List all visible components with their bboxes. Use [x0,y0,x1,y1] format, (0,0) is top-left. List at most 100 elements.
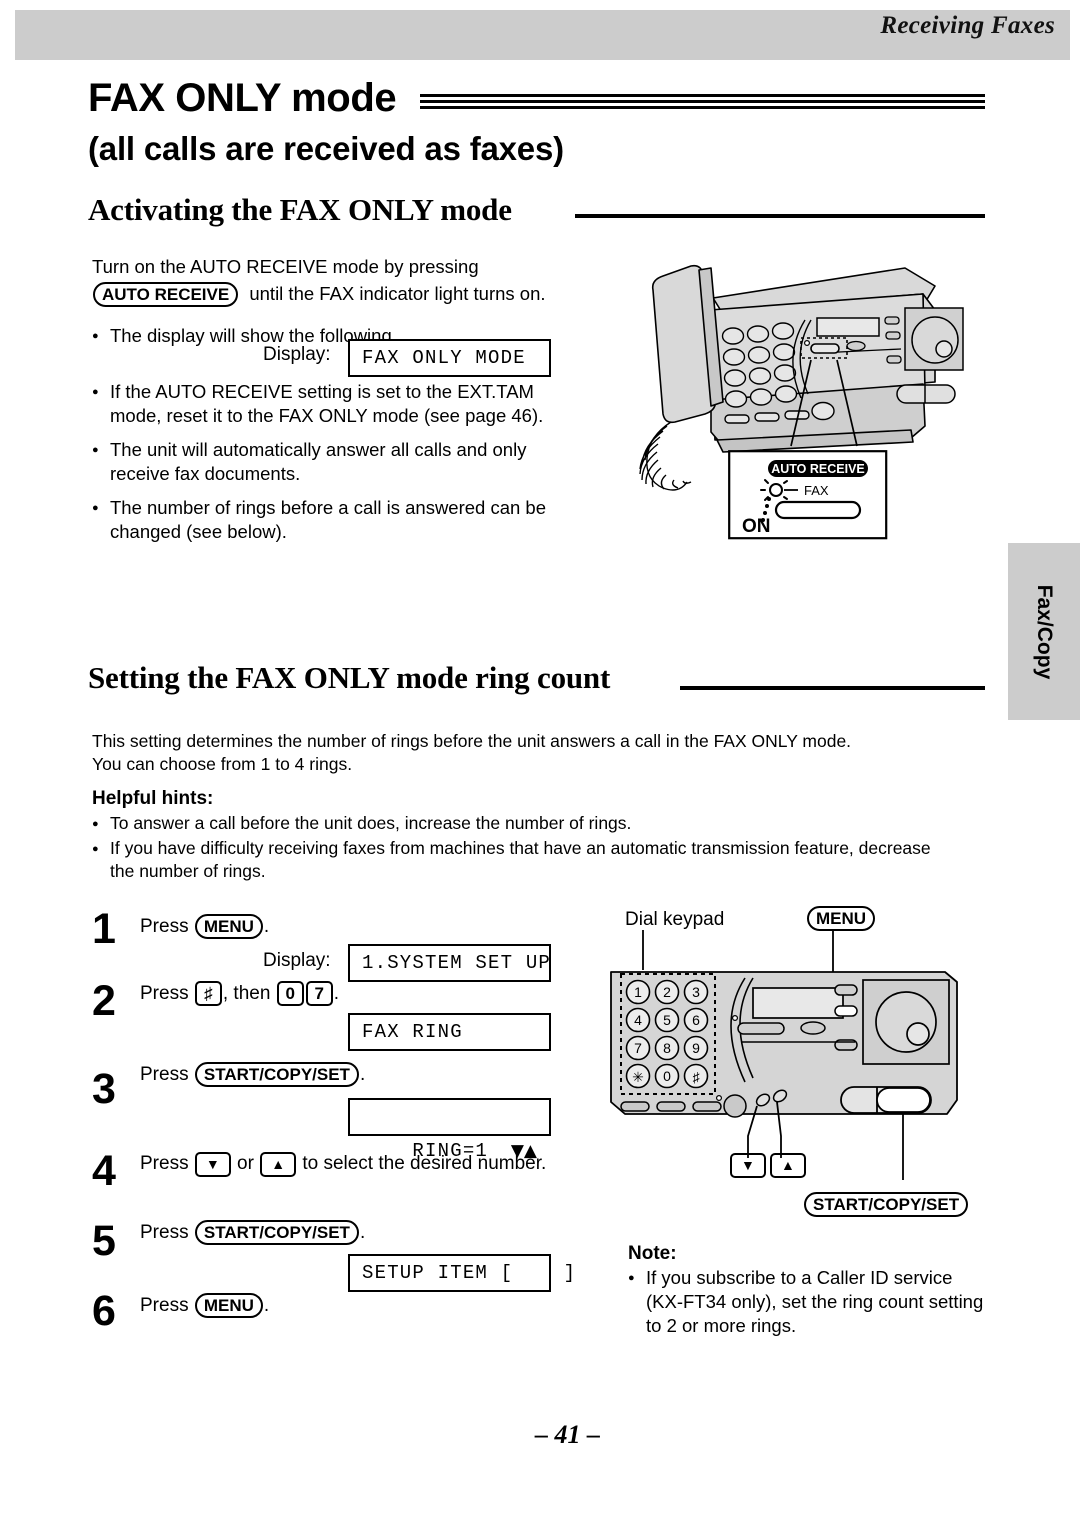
note-bullet-caller-id: If you subscribe to a Caller ID service … [628,1266,988,1338]
step-5-number: 5 [92,1217,116,1265]
page-number-wrapper: – 41 – [0,1420,1080,1450]
hint-decrease-rings-line1: If you have difficulty receiving faxes f… [110,838,931,858]
title-rule [420,94,985,109]
page-subtitle: (all calls are received as faxes) [88,130,564,167]
keypad-key-2: 2 [663,984,671,1000]
start-copy-set-key-step5[interactable]: START/COPY/SET [194,1220,359,1245]
section-heading-rule-2 [680,686,985,690]
lcd-setup-item: SETUP ITEM [ ] [348,1254,575,1292]
keypad-key-5: 5 [663,1012,671,1028]
step-3-number: 3 [92,1065,116,1113]
step-2-period: . [333,983,339,1004]
menu-key-callout: MENU [806,906,876,931]
keypad-key-star: ✳ [632,1069,644,1085]
page-number: – 41 – [535,1420,600,1449]
step-5-period: . [359,1222,366,1243]
intro-line-1: Turn on the AUTO RECEIVE mode by pressin… [92,256,479,277]
on-label: ON [742,516,771,537]
menu-key-step1[interactable]: MENU [194,914,263,939]
start-copy-set-key-callout[interactable]: START/COPY/SET [804,1192,969,1217]
bullet-ring-count: The number of rings before a call is ans… [92,496,567,544]
lcd-fax-ring: FAX RING [348,1013,551,1051]
step-4-text: Press ▼ or ▲ to select the desired numbe… [140,1151,546,1177]
step-3-period: . [359,1064,366,1085]
step-4-or: or [237,1153,254,1174]
hint-increase-rings-text: To answer a call before the unit does, i… [110,813,632,833]
step-6-text: Press MENU. [140,1293,269,1318]
display-label-1: Display: [263,344,331,365]
hint-decrease-rings-line2: the number of rings. [110,861,266,881]
ring-count-intro-line2: You can choose from 1 to 4 rings. [92,754,353,774]
bullet-auto-answer: The unit will automatically answer all c… [92,438,567,486]
up-arrow-key-callout[interactable]: ▲ [770,1153,806,1178]
down-arrow-key-step4[interactable]: ▼ [194,1152,231,1177]
hint-decrease-rings: If you have difficulty receiving faxes f… [92,837,992,883]
keypad-key-3: 3 [692,984,700,1000]
step-3-verb: Press [140,1064,189,1085]
down-arrow-callout: ▼ [729,1153,767,1178]
step-4-tail: to select the desired number. [302,1153,547,1174]
bullet-ext-tam-line2: mode, reset it to the FAX ONLY mode (see… [110,405,544,426]
keypad-key-7: 7 [634,1040,642,1056]
note-line-1: If you subscribe to a Caller ID service [646,1267,953,1288]
keypad-key-8: 8 [663,1040,671,1056]
bullet-ext-tam-line1: If the AUTO RECEIVE setting is set to th… [110,381,534,402]
section-heading-rule-1 [575,214,985,218]
bullet-ring-count-line1: The number of rings before a call is ans… [110,497,547,518]
start-copy-set-callout: START/COPY/SET [803,1192,969,1217]
helpful-hints-list: To answer a call before the unit does, i… [92,812,992,893]
lcd-system-set-up: 1.SYSTEM SET UP [348,944,551,982]
fax-lamp-label: FAX [804,483,829,498]
step-1-text: Press MENU. [140,914,269,939]
menu-key-label[interactable]: MENU [807,906,876,931]
step-2-verb: Press [140,983,189,1004]
keypad-key-1: 1 [634,984,642,1000]
intro-line-2: AUTO RECEIVE until the FAX indicator lig… [92,282,562,307]
up-arrow-callout: ▲ [769,1153,807,1178]
manual-page: Receiving Faxes FAX ONLY mode (all calls… [0,0,1080,1528]
bullet-auto-answer-line1: The unit will automatically answer all c… [110,439,527,460]
side-tab-label: Fax/Copy [1033,584,1056,679]
note-line-2: (KX-FT34 only), set the ring count setti… [646,1291,984,1312]
intro-line-2-tail: until the FAX indicator light turns on. [249,283,546,304]
keypad-key-0: 0 [663,1068,671,1084]
activating-bullets: If the AUTO RECEIVE setting is set to th… [92,380,567,554]
up-arrow-key-step4[interactable]: ▲ [260,1152,297,1177]
step-2-number: 2 [92,977,116,1025]
ring-count-intro-line1: This setting determines the number of ri… [92,731,852,751]
note-line-3: to 2 or more rings. [646,1315,797,1336]
keypad-key-6: 6 [692,1012,700,1028]
dial-keypad-label: Dial keypad [625,909,725,930]
ring-count-body: This setting determines the number of ri… [92,730,992,776]
step-6-period: . [263,1295,270,1316]
side-tab-fax-copy: Fax/Copy [1008,543,1080,720]
keypad-key-9: 9 [692,1040,700,1056]
step-5-text: Press START/COPY/SET. [140,1220,365,1245]
helpful-hints-title: Helpful hints: [92,788,214,809]
digit-0-key-step2[interactable]: 0 [276,981,304,1006]
page-title: FAX ONLY mode [88,76,397,120]
auto-receive-callout: AUTO RECEIVE FAX ON [728,450,888,540]
step-1-verb: Press [140,916,189,937]
step-2-text: Press ♯, then 07. [140,981,339,1006]
step-4-number: 4 [92,1147,116,1195]
auto-receive-key[interactable]: AUTO RECEIVE [93,282,239,307]
bullet-auto-answer-line2: receive fax documents. [110,463,301,484]
step-1-period: . [263,916,270,937]
note-title: Note: [628,1243,677,1264]
bullet-ext-tam: If the AUTO RECEIVE setting is set to th… [92,380,567,428]
hint-increase-rings: To answer a call before the unit does, i… [92,812,992,836]
step-4-verb: Press [140,1153,189,1174]
bullet-ring-count-line2: changed (see below). [110,521,287,542]
step-2-then: , then [222,983,271,1004]
step-1-number: 1 [92,905,116,953]
down-arrow-key-callout[interactable]: ▼ [730,1153,766,1178]
menu-key-step6[interactable]: MENU [194,1293,263,1318]
start-copy-set-key-step3[interactable]: START/COPY/SET [194,1062,359,1087]
digit-7-key-step2[interactable]: 7 [305,981,333,1006]
lcd-fax-only-mode: FAX ONLY MODE [348,339,551,377]
hash-key-step2[interactable]: ♯ [194,981,222,1006]
auto-receive-badge-label: AUTO RECEIVE [771,462,865,476]
step-6-number: 6 [92,1287,116,1335]
running-head-title: Receiving Faxes [880,12,1055,39]
